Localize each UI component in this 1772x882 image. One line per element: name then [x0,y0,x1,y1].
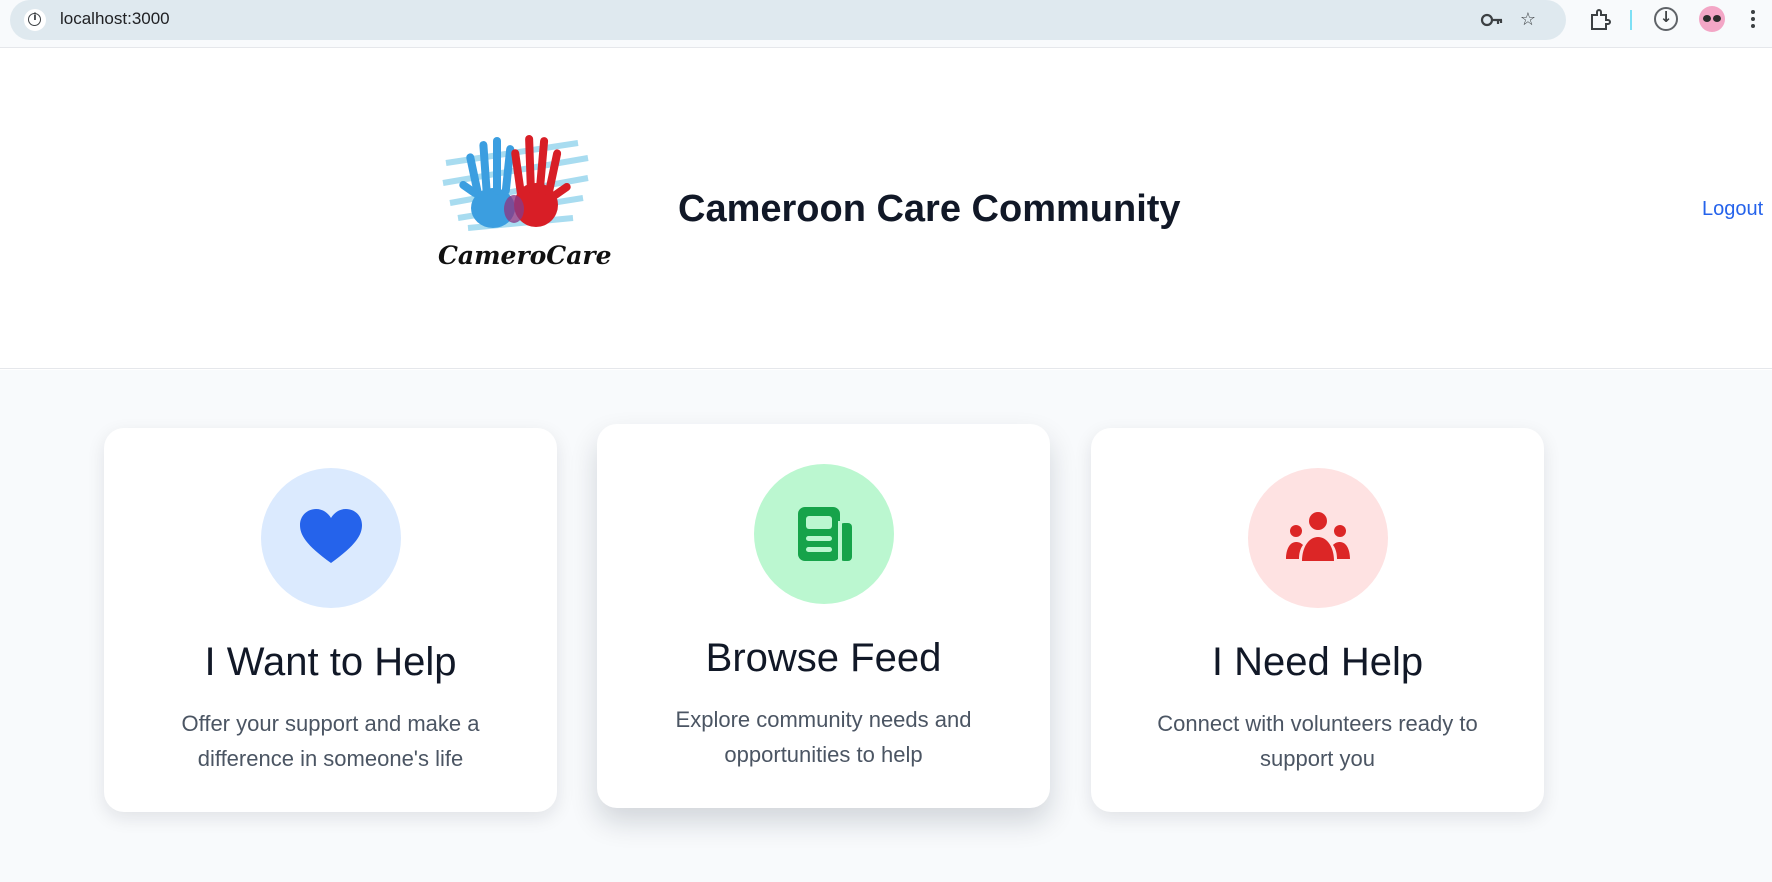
card-title: I Need Help [1211,640,1424,684]
card-description: Explore community needs and opportunitie… [675,707,972,767]
address-bar[interactable]: localhost:3000 ☆ [10,0,1566,40]
profile-avatar[interactable] [1699,6,1725,32]
browser-toolbar: localhost:3000 ☆ [0,0,1772,48]
card-title: Browse Feed [705,636,942,680]
main-content: I Want to Help Offer your support and ma… [0,370,1772,882]
logout-link[interactable]: Logout [1702,198,1763,221]
logo-text: CameroCare [438,241,612,270]
page-title: Cameroon Care Community [678,188,1181,230]
icon-circle [754,464,894,604]
extensions-icon[interactable] [1586,6,1614,34]
card-browse-feed[interactable]: Browse Feed Explore community needs and … [597,424,1050,808]
url-text[interactable]: localhost:3000 [60,9,170,29]
handprints-icon [442,135,589,231]
site-header: CameroCare Cameroon Care Community Logou… [0,48,1772,369]
icon-circle [261,468,401,608]
bookmark-star-icon[interactable]: ☆ [1514,6,1542,34]
toolbar-divider [1630,10,1632,30]
newspaper-icon [798,507,852,563]
more-menu-icon[interactable] [1750,8,1756,32]
card-need-help[interactable]: I Need Help Connect with volunteers read… [1091,428,1544,812]
card-description: Connect with volunteers ready to support… [1157,711,1478,771]
camerocare-logo[interactable]: CameroCare [438,123,612,283]
card-title: I Want to Help [204,640,457,684]
icon-circle [1248,468,1388,608]
site-info-icon[interactable] [24,9,46,31]
download-icon[interactable] [1654,7,1678,31]
password-key-icon[interactable] [1478,6,1506,34]
heart-icon [300,509,362,563]
card-want-to-help[interactable]: I Want to Help Offer your support and ma… [104,428,557,812]
users-icon [1286,512,1350,561]
card-description: Offer your support and make a difference… [181,711,480,771]
